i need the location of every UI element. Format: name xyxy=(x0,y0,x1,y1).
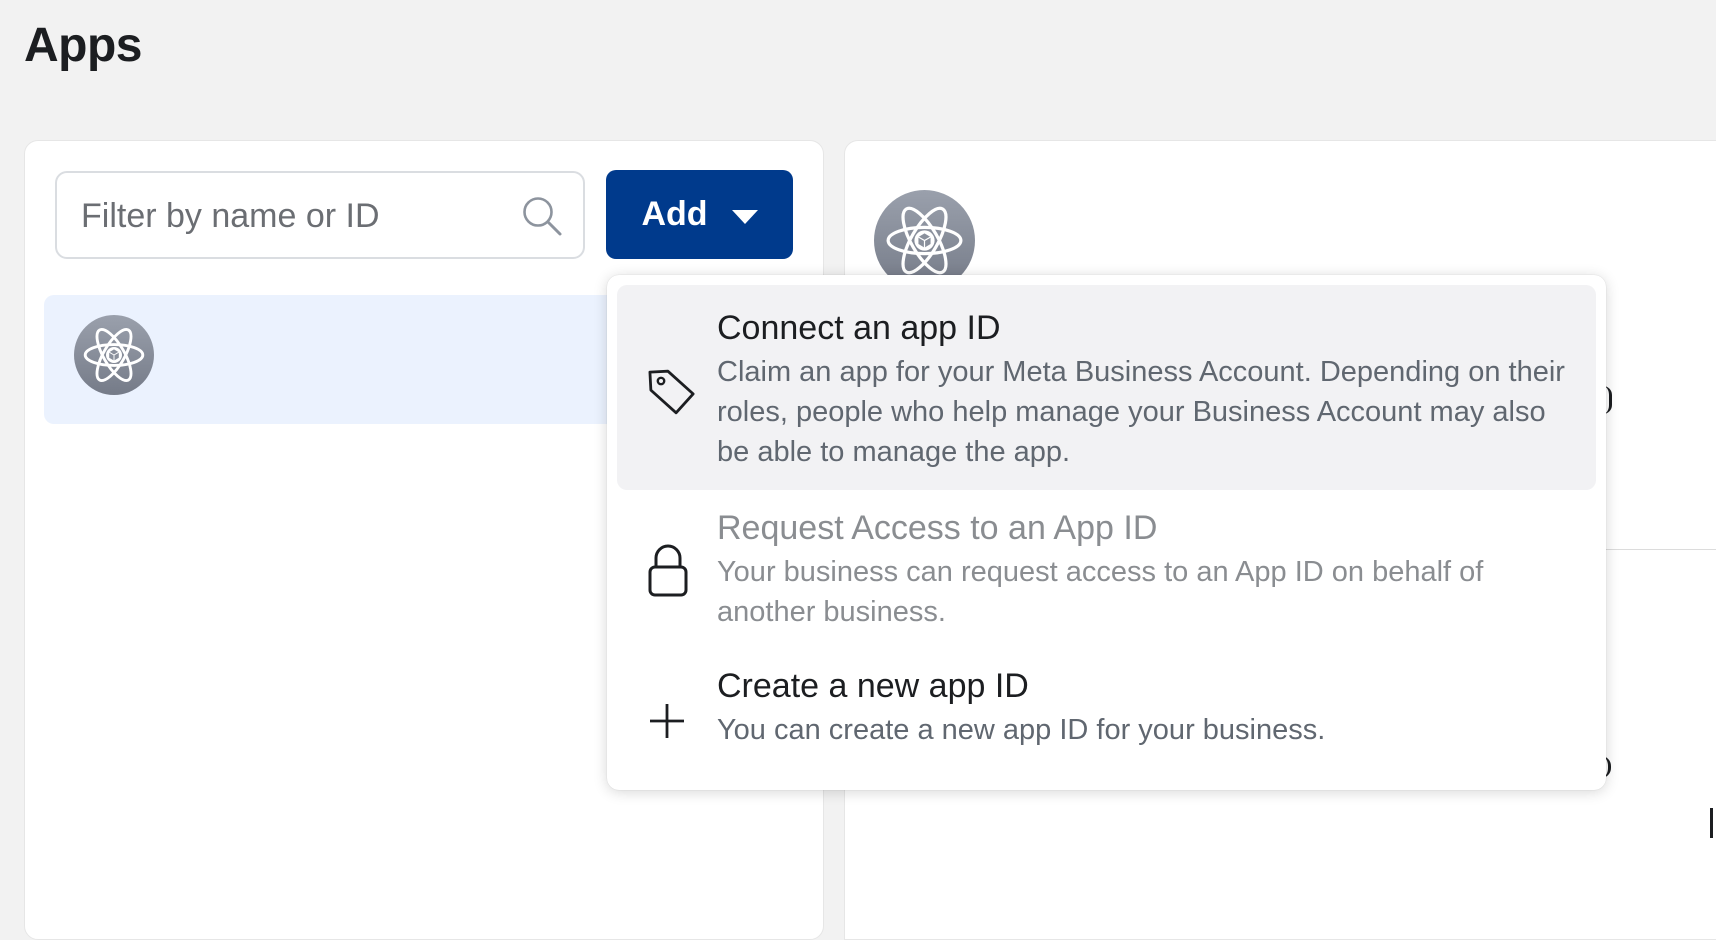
tag-icon xyxy=(648,369,695,415)
hidden-text-fragment xyxy=(1710,808,1713,846)
menu-item-description: Claim an app for your Meta Business Acco… xyxy=(717,356,1565,468)
page-title: Apps xyxy=(24,19,143,72)
plus-icon xyxy=(650,704,684,738)
menu-item-create-app-id[interactable]: Create a new app ID You can create a new… xyxy=(617,661,1596,771)
menu-item-title: Create a new app ID xyxy=(717,667,1029,705)
app-avatar xyxy=(74,315,154,400)
menu-item-title: Connect an app ID xyxy=(717,309,1001,347)
menu-item-connect-app-id[interactable]: Connect an app ID Claim an app for your … xyxy=(617,285,1596,490)
add-dropdown-menu: Connect an app ID Claim an app for your … xyxy=(607,275,1606,790)
atom-app-icon xyxy=(74,315,154,395)
search-icon[interactable] xyxy=(521,195,563,237)
menu-item-description: You can create a new app ID for your bus… xyxy=(717,714,1326,746)
fragment-glyph xyxy=(1710,808,1713,838)
caret-down-icon xyxy=(731,209,758,224)
search-box[interactable] xyxy=(55,171,585,259)
menu-item-description: Your business can request access to an A… xyxy=(717,556,1484,628)
menu-item-title: Request Access to an App ID xyxy=(717,509,1158,547)
search-input[interactable] xyxy=(79,173,503,259)
lock-icon xyxy=(648,544,688,597)
detail-divider xyxy=(1600,549,1716,550)
menu-item-request-access[interactable]: Request Access to an App ID Your busines… xyxy=(617,501,1596,643)
add-button-label: Add xyxy=(641,195,708,233)
add-button[interactable]: Add xyxy=(606,170,793,259)
